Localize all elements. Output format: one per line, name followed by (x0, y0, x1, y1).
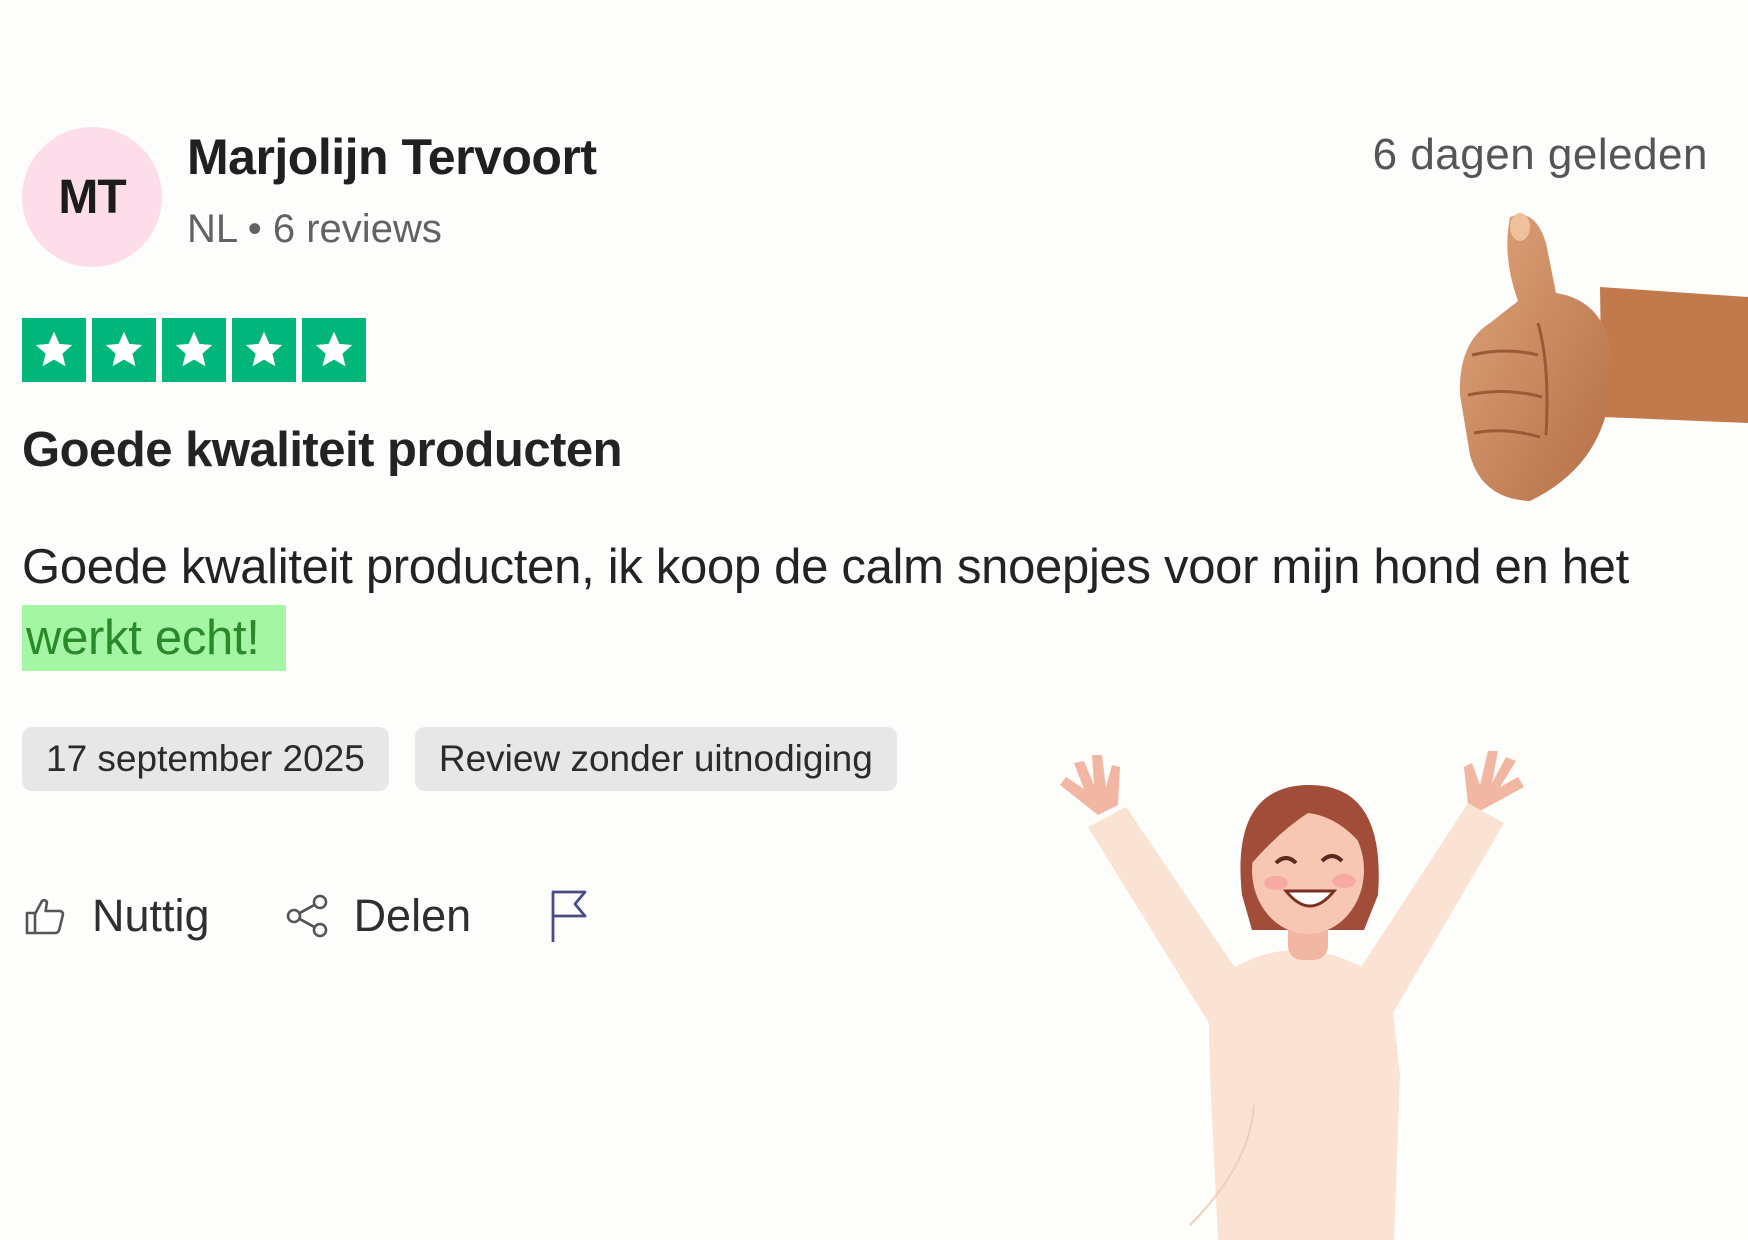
star-icon (302, 318, 366, 382)
reviewer-name[interactable]: Marjolijn Tervoort (187, 128, 597, 186)
review-body: Goede kwaliteit producten, ik koop de ca… (22, 532, 1722, 674)
star-rating (22, 318, 366, 382)
review-date-relative: 6 dagen geleden (1372, 130, 1708, 179)
star-icon (92, 318, 156, 382)
date-tag: 17 september 2025 (22, 727, 389, 791)
useful-label: Nuttig (92, 890, 210, 941)
report-button[interactable] (545, 888, 615, 944)
avatar: MT (22, 127, 162, 267)
flag-icon (551, 890, 587, 942)
review-body-text: Goede kwaliteit producten, ik koop de ca… (22, 540, 1629, 594)
share-button[interactable]: Delen (284, 890, 472, 942)
star-icon (162, 318, 226, 382)
review-type-tag[interactable]: Review zonder uitnodiging (414, 727, 897, 791)
thumbs-up-hand-illustration (1459, 213, 1748, 501)
star-icon (22, 318, 86, 382)
review-actions: Nuttig Delen (22, 888, 689, 944)
share-icon (286, 894, 327, 938)
useful-button[interactable]: Nuttig (22, 890, 210, 942)
review-tags: 17 september 2025 Review zonder uitnodig… (22, 727, 897, 791)
avatar-initials: MT (58, 170, 126, 224)
star-icon (232, 318, 296, 382)
reviewer-meta: NL • 6 reviews (187, 207, 442, 251)
review-title: Goede kwaliteit producten (22, 423, 623, 477)
share-label: Delen (353, 890, 472, 941)
cheering-woman-illustration (1060, 751, 1524, 1240)
thumbs-up-icon (25, 898, 65, 935)
review-highlight: werkt echt! (22, 605, 286, 671)
